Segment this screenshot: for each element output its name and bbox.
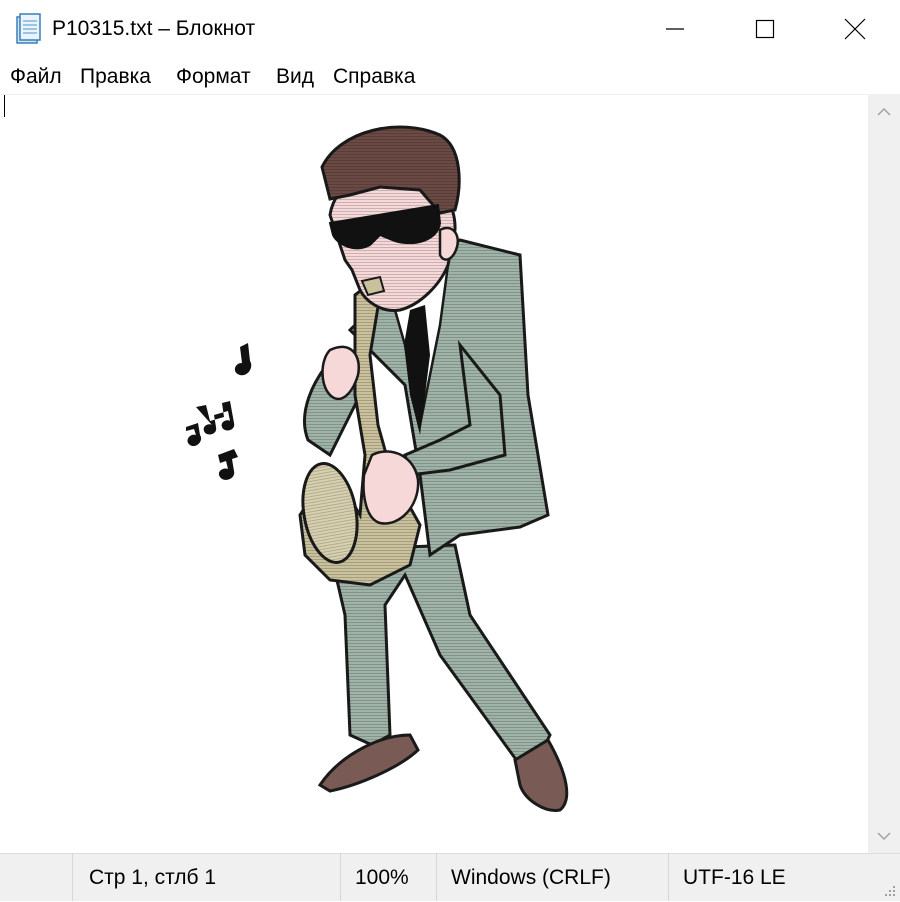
cursor-position: Стр 1, стлб 1 <box>72 854 340 901</box>
notepad-icon <box>14 13 42 45</box>
text-editor[interactable] <box>0 95 868 853</box>
saxophone-player-art <box>186 125 569 812</box>
menu-help[interactable]: Справка <box>331 63 417 91</box>
line-ending: Windows (CRLF) <box>436 854 668 901</box>
music-notes-icon <box>186 343 252 480</box>
scroll-down-button[interactable] <box>868 819 900 853</box>
maximize-icon <box>755 19 775 39</box>
resize-grip-icon[interactable] <box>882 883 896 897</box>
status-bar: Стр 1, стлб 1 100% Windows (CRLF) UTF-16… <box>0 853 900 901</box>
window-title: P10315.txt – Блокнот <box>52 17 256 40</box>
zoom-level: 100% <box>340 854 436 901</box>
menu-bar: Файл Правка Формат Вид Справка <box>0 58 900 95</box>
chevron-down-icon <box>877 832 891 841</box>
menu-format[interactable]: Формат <box>174 63 253 91</box>
title-bar[interactable]: P10315.txt – Блокнот <box>0 0 900 58</box>
close-button[interactable] <box>810 0 900 58</box>
minimize-button[interactable] <box>630 0 720 58</box>
close-icon <box>844 18 866 40</box>
menu-view[interactable]: Вид <box>274 63 316 91</box>
minimize-icon <box>666 28 684 30</box>
text-caret <box>4 95 5 117</box>
vertical-scrollbar[interactable] <box>868 95 900 853</box>
chevron-up-icon <box>877 107 891 116</box>
encoding: UTF-16 LE <box>668 854 868 901</box>
menu-edit[interactable]: Правка <box>78 63 153 91</box>
maximize-button[interactable] <box>720 0 810 58</box>
scroll-up-button[interactable] <box>868 95 900 129</box>
menu-file[interactable]: Файл <box>8 63 64 91</box>
